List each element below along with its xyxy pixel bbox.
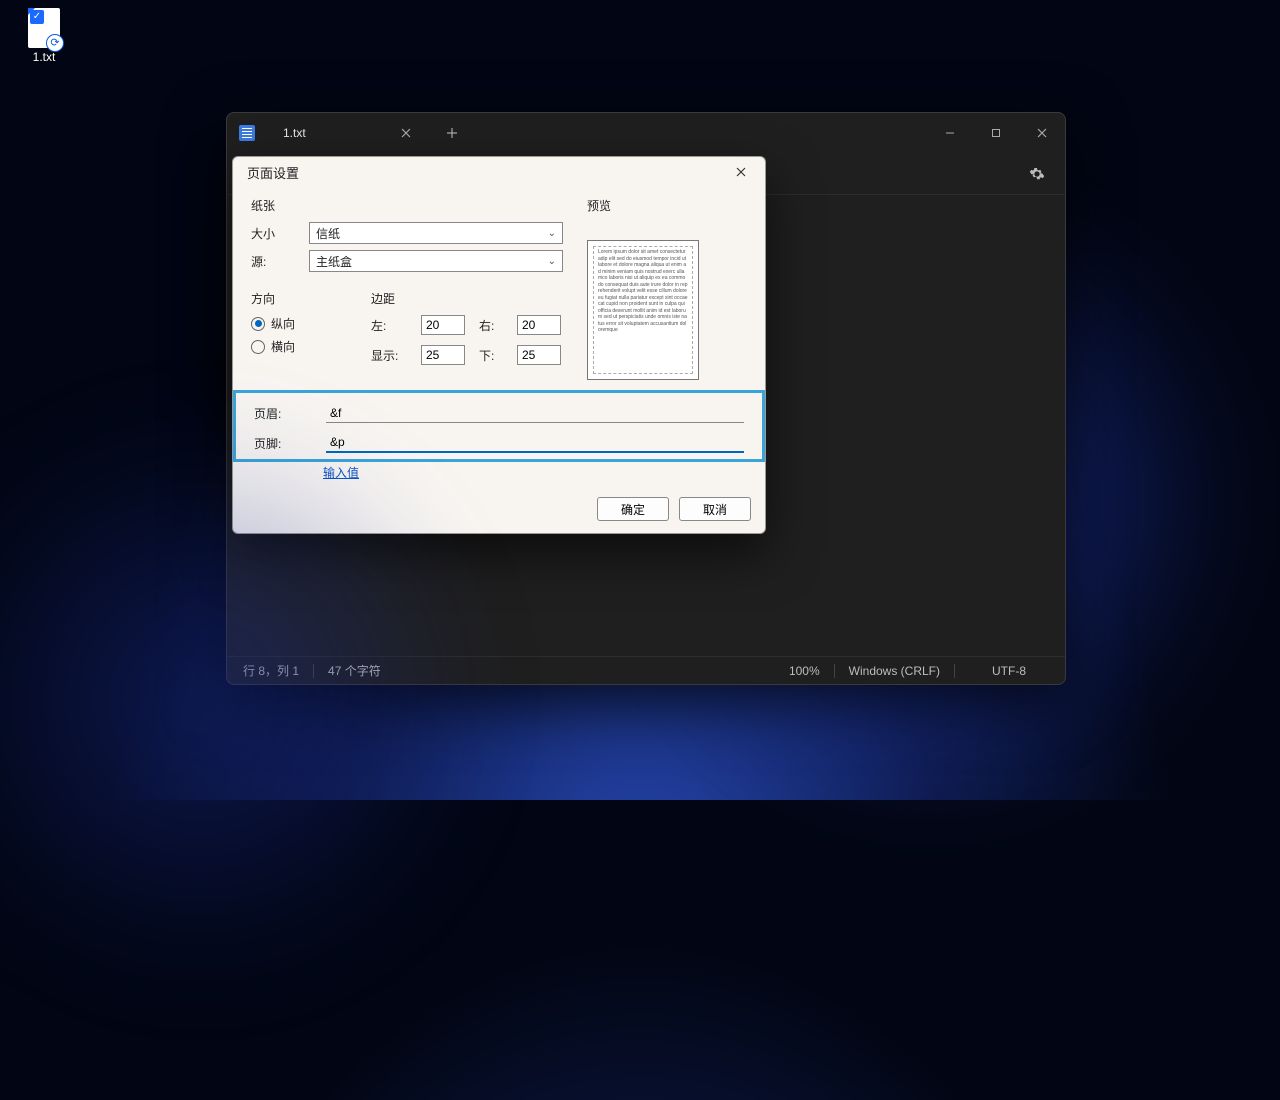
close-icon [1037, 128, 1047, 138]
desktop-file-icon[interactable]: ✓ ⟳ 1.txt [14, 8, 74, 64]
margin-top-input[interactable] [421, 345, 465, 365]
preview-section-label: 预览 [587, 197, 747, 214]
tab-title: 1.txt [283, 126, 306, 140]
size-label: 大小 [251, 225, 309, 242]
minimize-button[interactable] [927, 113, 973, 153]
margin-right-label: 右: [479, 317, 505, 334]
margin-bottom-input[interactable] [517, 345, 561, 365]
window-close-button[interactable] [1019, 113, 1065, 153]
chevron-down-icon: ⌄ [548, 228, 556, 239]
page-setup-dialog: 页面设置 纸张 大小 信纸 ⌄ 源: 主纸盒 ⌄ [232, 156, 766, 534]
dialog-titlebar[interactable]: 页面设置 [233, 157, 765, 187]
checkmark-badge: ✓ [30, 10, 44, 24]
sync-badge-icon: ⟳ [46, 34, 64, 52]
status-eol[interactable]: Windows (CRLF) [849, 664, 940, 678]
paper-source-value: 主纸盒 [316, 253, 352, 270]
margin-top-label: 显示: [371, 347, 409, 364]
margin-right-input[interactable] [517, 315, 561, 335]
cancel-button[interactable]: 取消 [679, 497, 751, 521]
paper-size-select[interactable]: 信纸 ⌄ [309, 222, 563, 244]
source-label: 源: [251, 253, 309, 270]
text-file-icon: ✓ ⟳ [28, 8, 60, 48]
minimize-icon [945, 128, 955, 138]
maximize-button[interactable] [973, 113, 1019, 153]
paper-source-select[interactable]: 主纸盒 ⌄ [309, 250, 563, 272]
portrait-radio[interactable]: 纵向 [251, 315, 341, 332]
status-bar: 行 8，列 1 47 个字符 100% Windows (CRLF) UTF-8 [227, 656, 1065, 684]
landscape-label: 横向 [271, 338, 295, 355]
margin-left-label: 左: [371, 317, 409, 334]
landscape-radio[interactable]: 横向 [251, 338, 341, 355]
status-encoding[interactable]: UTF-8 [969, 664, 1049, 678]
paper-section-label: 纸张 [251, 197, 563, 214]
margins-section-label: 边距 [371, 290, 563, 307]
gear-icon [1029, 166, 1045, 182]
tab-file[interactable]: 1.txt [269, 117, 430, 149]
margin-bottom-label: 下: [479, 347, 505, 364]
header-footer-highlighted-region: 页眉: 页脚: [233, 390, 765, 462]
footer-label: 页脚: [254, 435, 326, 452]
tab-close-button[interactable] [396, 123, 416, 143]
close-icon [736, 167, 746, 177]
maximize-icon [991, 128, 1001, 138]
dialog-title: 页面设置 [247, 163, 299, 182]
status-position: 行 8，列 1 [243, 662, 299, 679]
header-input[interactable] [326, 403, 744, 423]
paper-size-value: 信纸 [316, 225, 340, 242]
close-icon [401, 128, 411, 138]
titlebar[interactable]: 1.txt [227, 113, 1065, 153]
radio-icon [251, 317, 265, 331]
radio-icon [251, 340, 265, 354]
header-label: 页眉: [254, 405, 326, 422]
notepad-app-icon [239, 125, 255, 141]
portrait-label: 纵向 [271, 315, 295, 332]
desktop-file-name: 1.txt [14, 50, 74, 64]
orientation-section-label: 方向 [251, 290, 341, 307]
settings-button[interactable] [1021, 158, 1053, 190]
footer-input[interactable] [326, 433, 744, 453]
dialog-close-button[interactable] [727, 161, 755, 183]
chevron-down-icon: ⌄ [548, 256, 556, 267]
input-values-link[interactable]: 输入值 [323, 464, 747, 481]
status-char-count: 47 个字符 [328, 662, 381, 679]
plus-icon [446, 127, 458, 139]
ok-button[interactable]: 确定 [597, 497, 669, 521]
new-tab-button[interactable] [436, 117, 468, 149]
status-zoom[interactable]: 100% [789, 664, 820, 678]
page-preview: Lorem ipsum dolor sit amet consectetur a… [587, 240, 699, 380]
margin-left-input[interactable] [421, 315, 465, 335]
